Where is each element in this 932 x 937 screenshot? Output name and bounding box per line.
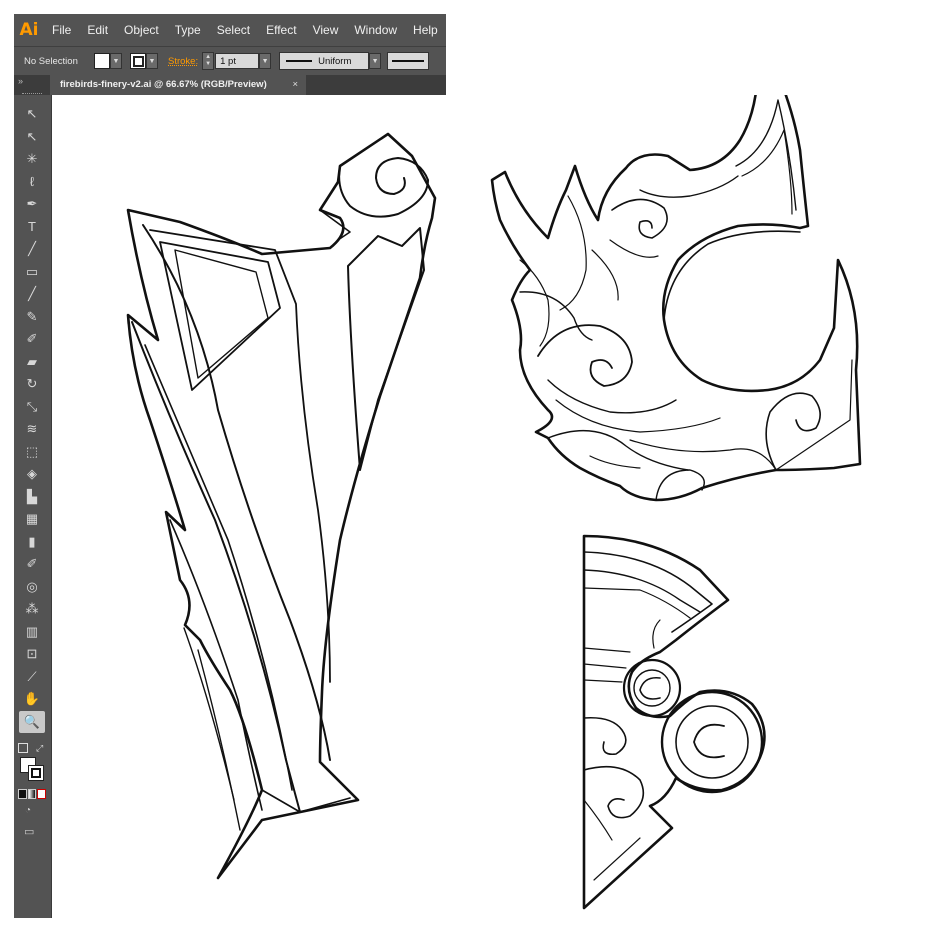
menu-window[interactable]: Window — [346, 14, 405, 46]
artboard-tool-icon[interactable]: ⊡ — [19, 643, 45, 665]
drawing-mode-icon[interactable]: ◔ — [25, 805, 31, 816]
paintbrush-tool-icon[interactable]: ╱ — [19, 283, 45, 305]
gradient-icon[interactable] — [27, 789, 37, 799]
medallion-piece[interactable] — [582, 534, 766, 910]
menu-file[interactable]: File — [44, 14, 79, 46]
eraser-tool-icon[interactable]: ▰ — [19, 351, 45, 373]
width-tool-icon[interactable]: ≋ — [19, 418, 45, 440]
stroke-swatch[interactable] — [130, 53, 146, 69]
menu-object[interactable]: Object — [116, 14, 167, 46]
app-logo: Ai — [19, 20, 39, 40]
screen-mode-icon[interactable]: ▭ — [24, 825, 34, 838]
default-colors-icon[interactable] — [18, 743, 28, 753]
artwork-canvas — [126, 22, 862, 910]
menu-bar: Ai File Edit Object Type Select Effect V… — [14, 14, 446, 46]
profile-label: Uniform — [318, 55, 352, 67]
menu-help[interactable]: Help — [405, 14, 446, 46]
rectangle-tool-icon[interactable]: ▭ — [19, 261, 45, 283]
rotate-tool-icon[interactable]: ↻ — [19, 373, 45, 395]
magic-wand-tool-icon[interactable]: ✳ — [19, 148, 45, 170]
graph-tool-icon[interactable]: ▙ — [19, 486, 45, 508]
fill-stroke-widget[interactable]: ⤢ — [18, 743, 46, 783]
shape-builder-tool-icon[interactable]: ◈ — [19, 463, 45, 485]
selection-status: No Selection — [24, 55, 78, 67]
menu-edit[interactable]: Edit — [79, 14, 116, 46]
pencil-tool-icon[interactable]: ✎ — [19, 306, 45, 328]
none-icon[interactable] — [37, 789, 47, 799]
artboard[interactable] — [52, 22, 932, 932]
free-transform-tool-icon[interactable]: ⬚ — [19, 441, 45, 463]
stroke-dropdown[interactable]: ▼ — [146, 53, 158, 69]
stroke-weight-dropdown[interactable]: ▼ — [259, 53, 272, 69]
eyedropper-tool-icon[interactable]: ✐ — [19, 553, 45, 575]
slice-tool-icon[interactable]: ⟋ — [19, 666, 45, 688]
fill-swatch[interactable] — [94, 53, 110, 69]
stroke-color-icon[interactable] — [28, 765, 44, 781]
menu-select[interactable]: Select — [209, 14, 258, 46]
menu-type[interactable]: Type — [167, 14, 209, 46]
mesh-tool-icon[interactable]: ▦ — [19, 508, 45, 530]
close-tab-icon[interactable]: × — [292, 75, 298, 95]
profile-dropdown[interactable]: ▼ — [369, 53, 382, 69]
tools-panel: ↖ ↖ ✳ ℓ ✒ T ╱ ▭ ╱ ✎ ✐ ▰ ↻ ⤡ ≋ ⬚ ◈ ▙ ▦ ▮ ✐ ◎ ⁂ ▥ ⊡ ⟋ ✋ 🔍 ⤢ ◔ ▭ — [14, 93, 52, 918]
blend-tool-icon[interactable]: ◎ — [19, 576, 45, 598]
direct-selection-tool-icon[interactable]: ↖ — [19, 126, 45, 148]
flame-piece[interactable] — [490, 22, 862, 502]
color-icon[interactable] — [18, 789, 27, 799]
panel-grip[interactable] — [22, 93, 42, 96]
lasso-tool-icon[interactable]: ℓ — [19, 171, 45, 193]
type-tool-icon[interactable]: T — [19, 216, 45, 238]
stroke-label[interactable]: Stroke: — [168, 56, 198, 67]
brush-definition[interactable] — [387, 52, 430, 70]
hand-tool-icon[interactable]: ✋ — [19, 688, 45, 710]
swap-colors-icon[interactable]: ⤢ — [36, 743, 43, 754]
left-armor-piece[interactable] — [126, 132, 437, 880]
collapse-panel-icon[interactable]: » — [14, 75, 50, 95]
column-graph-tool-icon[interactable]: ▥ — [19, 621, 45, 643]
zoom-tool-icon[interactable]: 🔍 — [19, 710, 45, 733]
menu-effect[interactable]: Effect — [258, 14, 304, 46]
color-mode-buttons — [18, 789, 47, 799]
profile-line-icon — [286, 60, 313, 62]
stroke-weight-stepper[interactable]: ▲ ▼ — [202, 52, 215, 70]
symbol-sprayer-tool-icon[interactable]: ⁂ — [19, 598, 45, 620]
blob-brush-tool-icon[interactable]: ✐ — [19, 328, 45, 350]
pen-tool-icon[interactable]: ✒ — [19, 193, 45, 215]
document-tab-title: firebirds-finery-v2.ai @ 66.67% (RGB/Pre… — [60, 79, 267, 90]
stroke-weight-field[interactable]: 1 pt — [215, 53, 260, 69]
variable-width-profile[interactable]: Uniform — [279, 52, 370, 70]
document-tab-strip: » firebirds-finery-v2.ai @ 66.67% (RGB/P… — [14, 75, 446, 95]
menu-view[interactable]: View — [305, 14, 347, 46]
document-tab[interactable]: firebirds-finery-v2.ai @ 66.67% (RGB/Pre… — [50, 75, 306, 95]
selection-tool-icon[interactable]: ↖ — [19, 103, 45, 125]
fill-dropdown[interactable]: ▼ — [110, 53, 122, 69]
gradient-tool-icon[interactable]: ▮ — [19, 531, 45, 553]
line-tool-icon[interactable]: ╱ — [19, 238, 45, 260]
scale-tool-icon[interactable]: ⤡ — [19, 396, 45, 418]
control-bar: No Selection ▼ ▼ Stroke: ▲ ▼ 1 pt ▼ Unifo… — [14, 46, 446, 75]
